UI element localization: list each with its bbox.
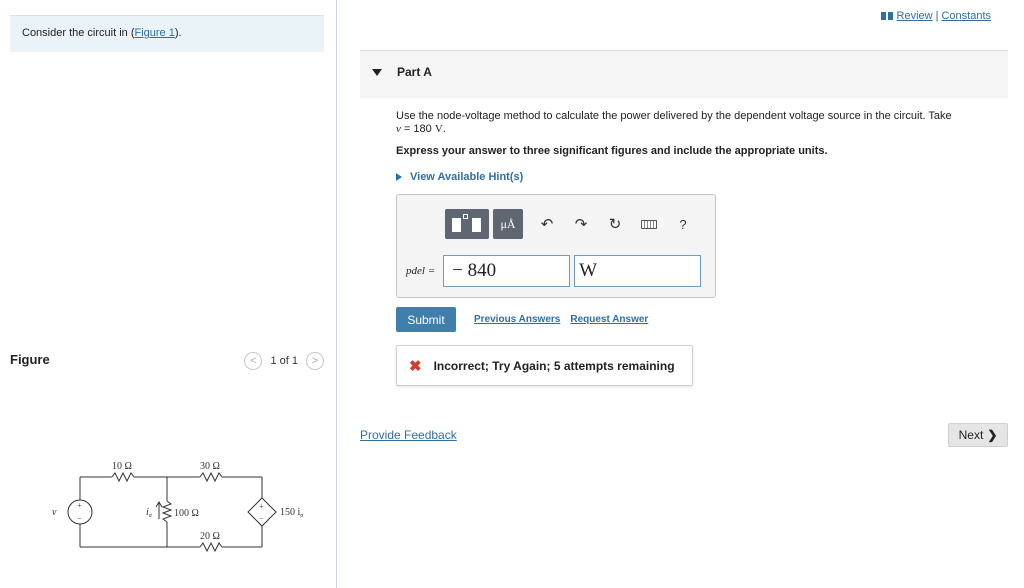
submit-button[interactable]: Submit <box>396 307 456 332</box>
part-a-header[interactable]: Part A <box>360 50 1008 98</box>
dep-source-label: 150 iσ <box>280 507 304 519</box>
figure-header: Figure < 1 of 1 > <box>10 352 324 372</box>
question-text: Use the node-voltage method to calculate… <box>396 110 996 136</box>
constants-link[interactable]: Constants <box>941 10 991 22</box>
undo-icon[interactable]: ↶ <box>533 212 561 236</box>
units-button[interactable]: μÅ <box>493 209 523 239</box>
resistor-label-10: 10 Ω <box>112 461 132 472</box>
figure-link[interactable]: Figure 1 <box>135 27 175 39</box>
next-button[interactable]: Next ❯ <box>948 423 1008 447</box>
instructions: Express your answer to three significant… <box>396 145 828 157</box>
hints-label: View Available Hint(s) <box>410 171 524 183</box>
answer-label: pdel = <box>406 265 436 277</box>
figure-pager: < 1 of 1 > <box>244 352 324 370</box>
source-plus: + <box>77 501 82 510</box>
review-link[interactable]: Review <box>897 10 933 22</box>
dep-plus: + <box>259 502 264 511</box>
resistor-label-30: 30 Ω <box>200 461 220 472</box>
answer-box: μÅ ↶ ↷ ↻ ? pdel = − 840 W <box>396 194 716 298</box>
resistor-label-100: 100 Ω <box>174 508 199 519</box>
left-panel: Consider the circuit in (Figure 1). Figu… <box>0 0 336 588</box>
question-unit: V <box>434 123 443 135</box>
answer-actions: Submit Previous Answers Request Answer <box>396 307 648 332</box>
chevron-left-icon: < <box>250 355 257 367</box>
chevron-right-icon: > <box>311 355 319 367</box>
answer-row: pdel = − 840 W <box>406 255 702 287</box>
math-toolbar: μÅ ↶ ↷ ↻ ? <box>445 209 697 239</box>
previous-answers-link[interactable]: Previous Answers <box>474 314 560 325</box>
figure-count: 1 of 1 <box>270 355 298 367</box>
circuit-diagram: 10 Ω 30 Ω 100 Ω 20 Ω + − + − v iσ 150 iσ <box>52 461 304 553</box>
provide-feedback-link[interactable]: Provide Feedback <box>360 428 457 442</box>
question-eq: = 180 <box>400 123 435 135</box>
help-icon[interactable]: ? <box>669 212 697 236</box>
caret-down-icon <box>372 69 382 76</box>
error-x-icon: ✖ <box>409 357 422 375</box>
unit-input[interactable]: W <box>574 255 702 287</box>
templates-icon[interactable] <box>445 209 489 239</box>
prev-figure-button[interactable]: < <box>244 352 263 370</box>
chevron-right-icon: ❯ <box>987 428 998 442</box>
source-voltage-label: v <box>52 507 57 518</box>
part-title: Part A <box>397 65 432 79</box>
page: Consider the circuit in (Figure 1). Figu… <box>0 0 1024 588</box>
current-label: iσ <box>146 507 153 519</box>
reset-icon[interactable]: ↻ <box>601 212 629 236</box>
view-hints-link[interactable]: View Available Hint(s) <box>396 171 523 183</box>
dep-minus: − <box>259 514 264 523</box>
intro-box: Consider the circuit in (Figure 1). <box>10 15 324 52</box>
request-answer-link[interactable]: Request Answer <box>570 314 648 325</box>
keyboard-icon[interactable] <box>635 212 663 236</box>
book-icon <box>880 12 893 20</box>
intro-end: ). <box>174 27 182 39</box>
redo-icon[interactable]: ↷ <box>567 212 595 236</box>
feedback-text: Incorrect; Try Again; 5 attempts remaini… <box>433 358 675 373</box>
nav-separator: | <box>935 10 939 22</box>
question-end: . <box>442 123 446 135</box>
figure-title: Figure <box>10 352 50 367</box>
source-minus: − <box>77 514 82 523</box>
question-line1: Use the node-voltage method to calculate… <box>396 110 952 122</box>
panel-divider <box>336 0 337 588</box>
top-nav: Review | Constants <box>880 10 991 22</box>
feedback-box: ✖ Incorrect; Try Again; 5 attempts remai… <box>396 345 693 386</box>
next-figure-button[interactable]: > <box>306 352 324 370</box>
value-input[interactable]: − 840 <box>443 255 571 287</box>
intro-text: Consider the circuit in ( <box>22 27 135 39</box>
next-label: Next <box>958 428 984 442</box>
caret-right-icon <box>396 173 402 181</box>
resistor-label-20: 20 Ω <box>200 531 220 542</box>
